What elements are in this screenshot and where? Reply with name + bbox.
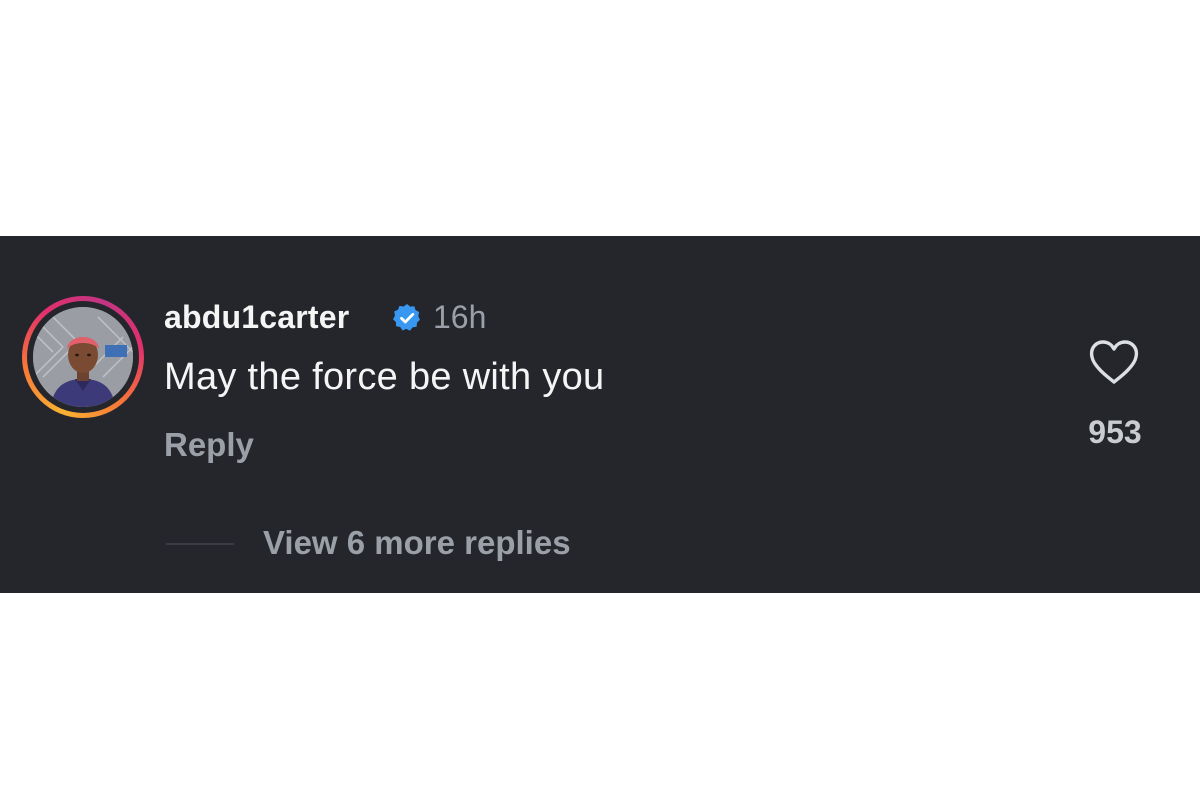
comment-username[interactable]: abdu1carter <box>164 299 349 336</box>
avatar-photo <box>33 307 133 407</box>
avatar <box>33 307 133 407</box>
heart-icon[interactable] <box>1088 338 1140 386</box>
verified-badge-icon <box>393 304 420 331</box>
comment-text: May the force be with you <box>164 356 605 398</box>
like-count: 953 <box>1088 414 1142 450</box>
comment-timestamp: 16h <box>433 299 487 335</box>
avatar-story-ring[interactable] <box>22 296 144 418</box>
replies-divider-line <box>166 543 234 545</box>
page: abdu1carter 16h May the force be with yo… <box>0 0 1200 800</box>
view-more-replies-button[interactable]: View 6 more replies <box>263 524 571 562</box>
comment-item: abdu1carter 16h May the force be with yo… <box>0 236 1200 593</box>
reply-button[interactable]: Reply <box>164 426 254 464</box>
